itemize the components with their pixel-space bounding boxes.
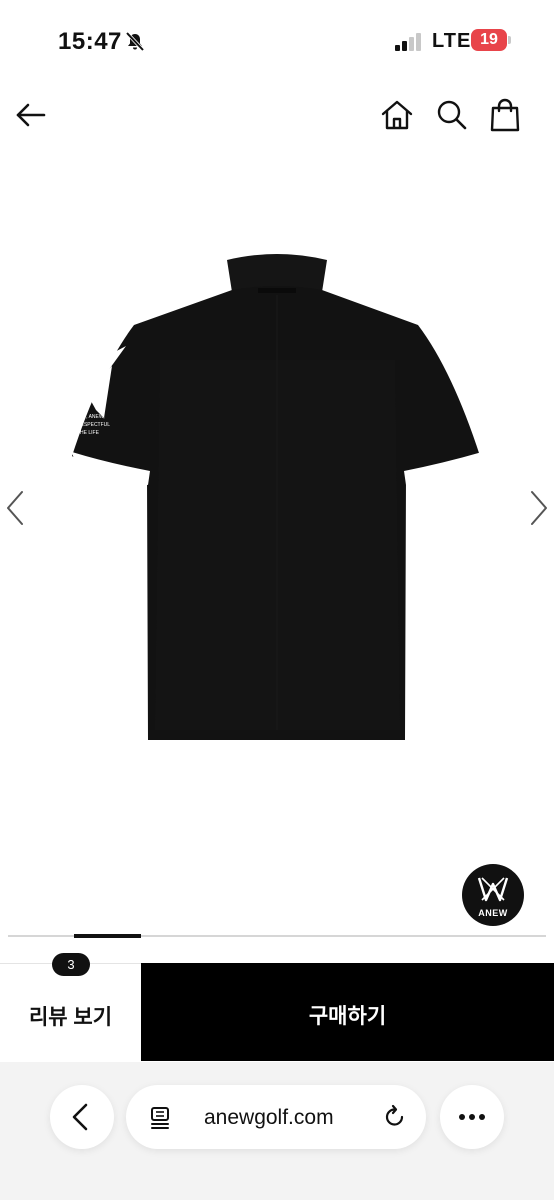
next-image-button[interactable] (526, 488, 552, 528)
status-bar: 15:47 LTE 19 (0, 0, 554, 88)
search-icon (437, 100, 467, 130)
product-image[interactable]: JOY, ANEW, RESPECTFUL THE LIFE (0, 160, 554, 930)
brand-badge-button[interactable]: ANEW (462, 864, 524, 926)
shopping-bag-icon (490, 98, 520, 132)
reader-icon[interactable] (148, 1105, 174, 1136)
address-url: anewgolf.com (204, 1106, 334, 1129)
browser-back-icon (72, 1103, 88, 1131)
reload-icon[interactable] (382, 1104, 408, 1135)
buy-label: 구매하기 (308, 1005, 387, 1028)
chevron-right-icon (531, 491, 547, 525)
address-bar[interactable]: anewgolf.com (126, 1085, 426, 1149)
search-button[interactable] (433, 96, 471, 134)
home-button[interactable] (378, 96, 416, 134)
brand-badge-label: ANEW (478, 908, 508, 918)
shopping-bag-button[interactable] (486, 96, 524, 134)
back-button[interactable] (14, 98, 48, 132)
home-icon (381, 100, 413, 130)
more-icon (459, 1114, 485, 1120)
svg-text:THE LIFE: THE LIFE (77, 430, 100, 436)
status-time: 15:47 (58, 28, 122, 55)
bell-slash-icon (124, 31, 146, 58)
buy-button[interactable]: 구매하기 (141, 963, 554, 1061)
review-button[interactable]: 리뷰 보기 (0, 963, 141, 1061)
review-count-badge: 3 (52, 953, 90, 976)
polo-shirt-image: JOY, ANEW, RESPECTFUL THE LIFE (72, 254, 482, 740)
chevron-left-icon (7, 491, 23, 525)
svg-text:JOY, ANEW,: JOY, ANEW, (77, 414, 105, 420)
more-button[interactable] (440, 1085, 504, 1149)
back-arrow-icon (16, 103, 46, 127)
browser-back-button[interactable] (50, 1085, 114, 1149)
prev-image-button[interactable] (2, 488, 28, 528)
svg-text:RESPECTFUL: RESPECTFUL (77, 422, 110, 428)
signal-icon (395, 33, 423, 56)
battery-icon: 19 (471, 29, 507, 51)
carousel-progress-fill (74, 934, 141, 938)
network-label: LTE (432, 30, 472, 52)
review-label: 리뷰 보기 (28, 1006, 113, 1029)
battery-tip (508, 36, 511, 44)
